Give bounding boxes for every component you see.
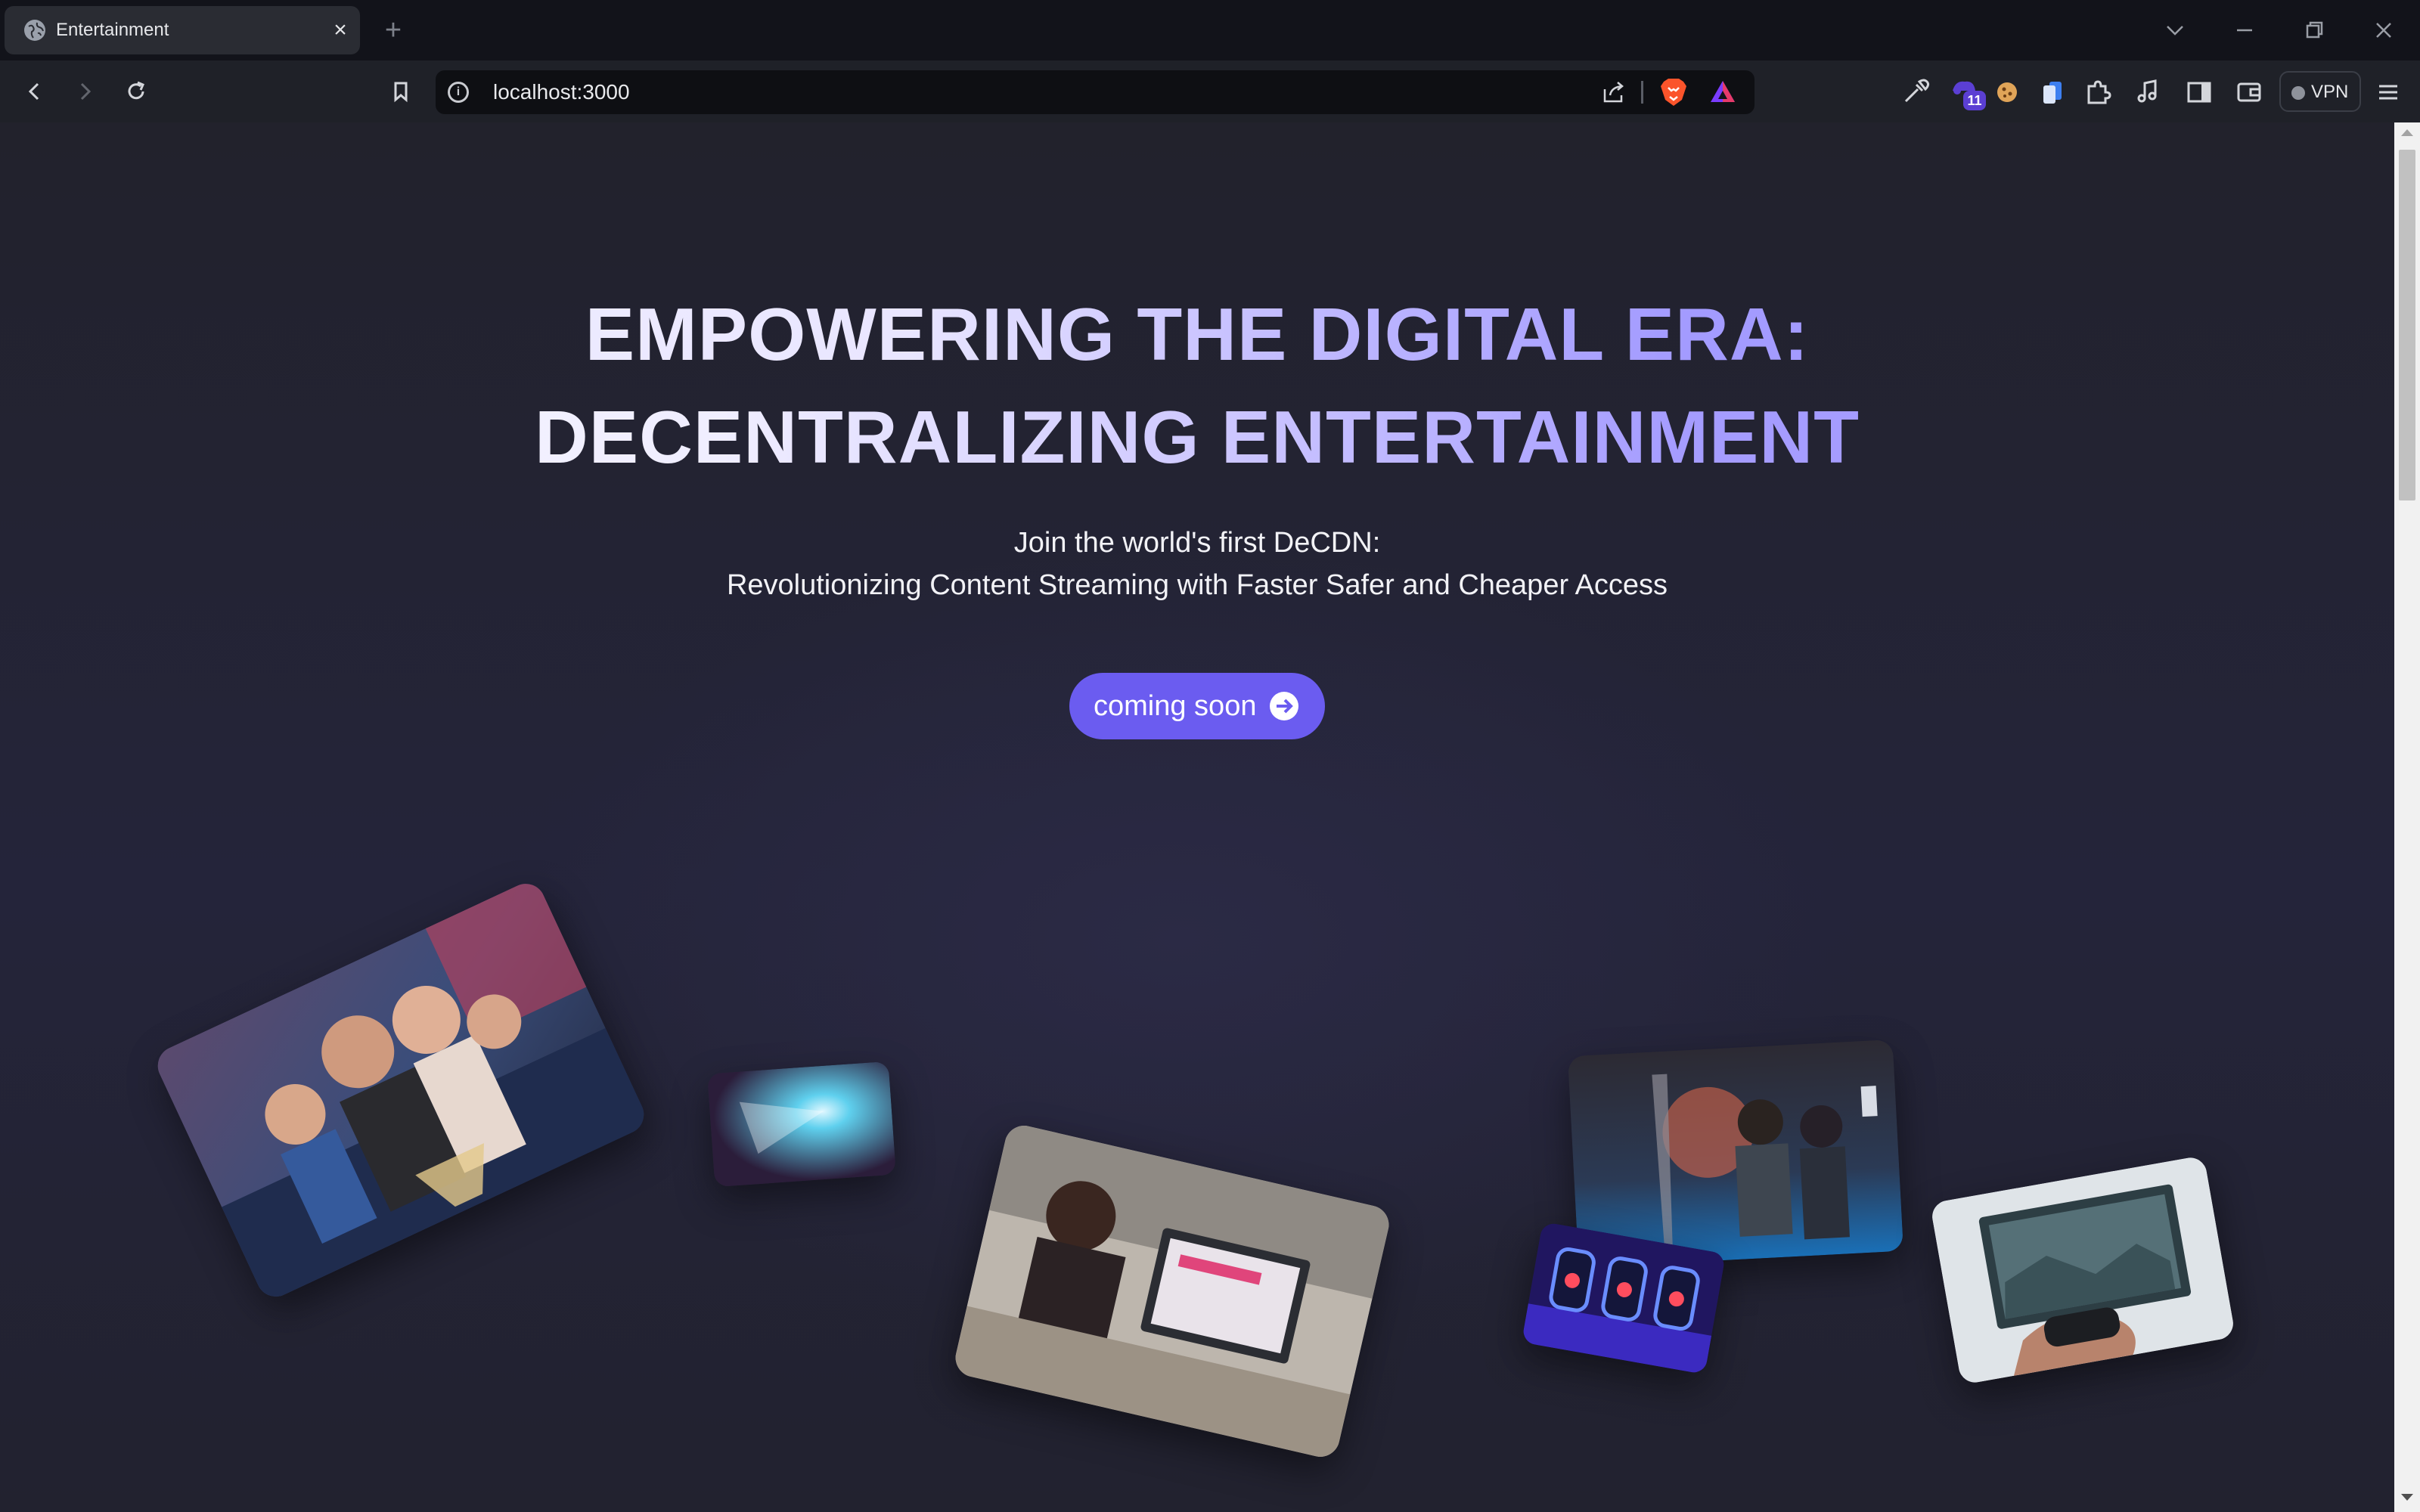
vpn-status-icon	[2291, 86, 2305, 100]
hero-headline: EMPOWERING THE DIGITAL ERA: DECENTRALIZI…	[0, 283, 2394, 488]
brave-shield-icon[interactable]	[1659, 77, 1688, 111]
hero-subtitle: Join the world's first DeCDN: Revolution…	[0, 522, 2394, 606]
scroll-up-icon[interactable]	[2400, 127, 2414, 141]
page-viewport: EMPOWERING THE DIGITAL ERA: DECENTRALIZI…	[0, 122, 2394, 1512]
wallet-icon[interactable]	[2231, 74, 2267, 110]
extension-badge: 11	[1963, 91, 1986, 110]
coming-soon-label: coming soon	[1094, 690, 1257, 722]
scroll-down-icon[interactable]	[2400, 1492, 2414, 1507]
close-icon[interactable]: ×	[328, 18, 352, 42]
music-icon[interactable]	[2130, 74, 2166, 110]
concert-band-photo	[1567, 1039, 1904, 1269]
family-watching-movie-photo	[151, 877, 650, 1303]
url-text[interactable]: localhost:3000	[493, 81, 630, 104]
subtitle-line-1: Join the world's first DeCDN:	[1013, 527, 1381, 559]
tab-strip: Entertainment × +	[0, 0, 2420, 60]
globe-icon	[24, 20, 45, 41]
arrow-right-circle-icon	[1269, 691, 1299, 725]
restore-icon[interactable]	[2299, 15, 2329, 45]
brave-rewards-icon[interactable]	[1709, 79, 1736, 110]
eyedropper-icon[interactable]	[1897, 74, 1933, 110]
bookmark-icon[interactable]	[384, 75, 417, 108]
scrollbar-thumb[interactable]	[2399, 150, 2415, 500]
window-close-icon[interactable]	[2369, 15, 2399, 45]
divider	[1641, 81, 1643, 104]
puzzle-icon[interactable]	[2080, 74, 2116, 110]
back-icon[interactable]	[18, 75, 51, 108]
vpn-label: VPN	[2311, 82, 2349, 102]
vpn-button[interactable]: VPN	[2279, 71, 2361, 112]
page-scrollbar[interactable]	[2394, 122, 2420, 1512]
sidebar-icon[interactable]	[2181, 74, 2217, 110]
headline-line-2: DECENTRALIZING ENTERTAINMENT	[0, 386, 2394, 488]
coming-soon-button[interactable]: coming soon	[1069, 673, 1325, 739]
address-bar[interactable]: i localhost:3000	[436, 70, 1754, 114]
stage-spotlight-photo	[707, 1061, 896, 1188]
info-icon[interactable]: i	[448, 82, 469, 103]
tab-title: Entertainment	[56, 20, 169, 40]
cookie-icon[interactable]	[1989, 74, 2025, 110]
gaming-controller-photo	[1929, 1154, 2236, 1386]
share-icon[interactable]	[1600, 79, 1627, 110]
copy-icon[interactable]	[2034, 74, 2071, 110]
woman-at-computer-photo	[951, 1121, 1393, 1461]
reload-icon[interactable]	[119, 75, 153, 108]
headline-line-1: EMPOWERING THE DIGITAL ERA:	[0, 283, 2394, 386]
plus-icon[interactable]: +	[378, 15, 408, 45]
extension-icon[interactable]: 11	[1947, 74, 1986, 110]
browser-tab[interactable]: Entertainment ×	[5, 6, 360, 54]
forward-icon[interactable]	[68, 75, 101, 108]
menu-icon[interactable]	[2370, 74, 2406, 110]
chevron-down-icon[interactable]	[2160, 15, 2190, 45]
subtitle-line-2: Revolutionizing Content Streaming with F…	[726, 569, 1668, 601]
minimize-icon[interactable]	[2229, 15, 2260, 45]
